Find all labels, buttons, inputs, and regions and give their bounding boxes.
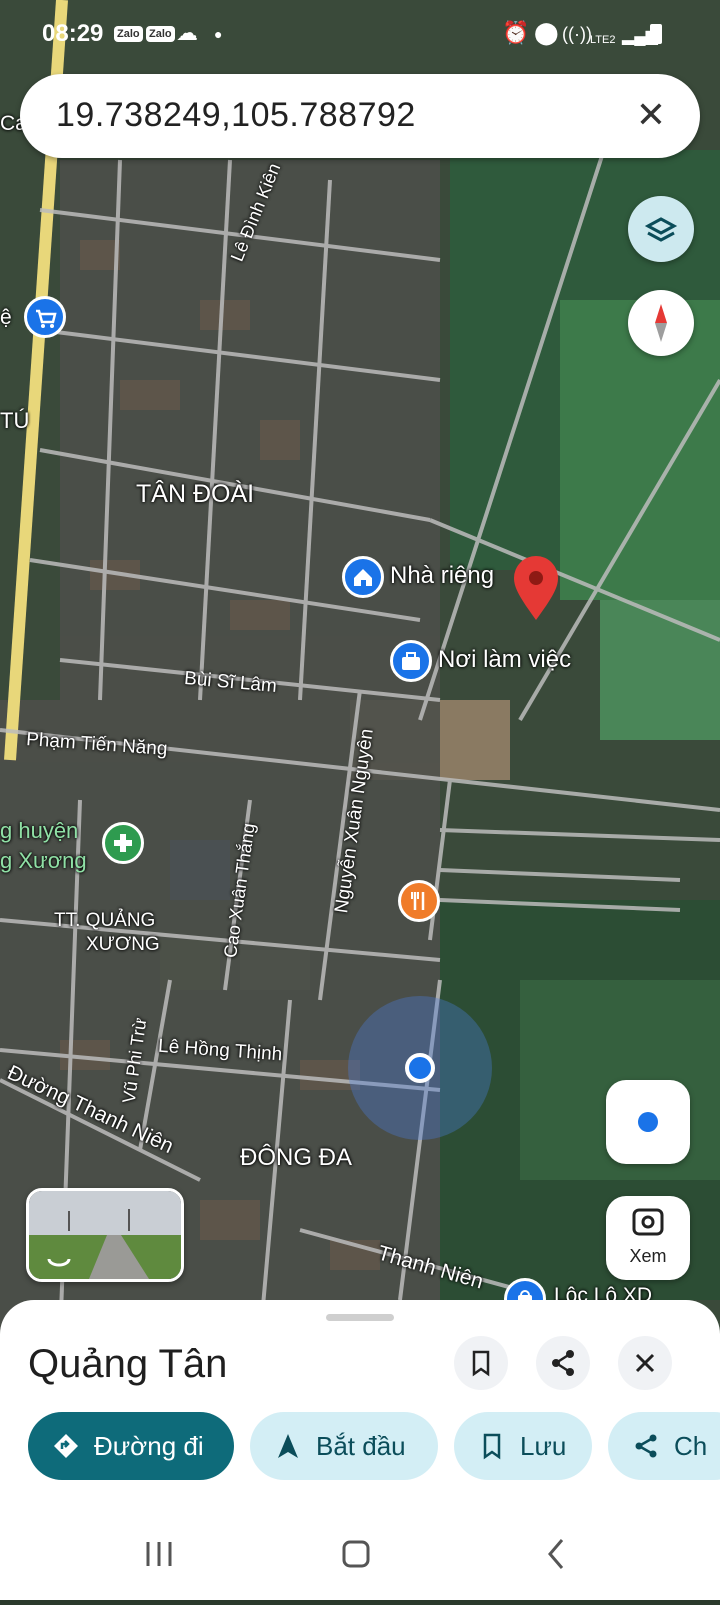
navigation-arrow-icon — [278, 1434, 298, 1458]
bookmark-icon — [472, 1350, 490, 1377]
map-label-hospital-1: g huyện — [0, 818, 79, 843]
directions-icon — [54, 1434, 78, 1458]
dot-icon: ● — [214, 26, 223, 42]
my-location-icon — [638, 1112, 658, 1132]
start-navigation-button[interactable]: Bắt đầu — [250, 1412, 438, 1480]
battery-icon — [650, 24, 662, 44]
bookmark-icon — [483, 1433, 501, 1460]
home-pin-label[interactable]: Nhà riêng — [390, 562, 494, 590]
street-view-thumbnail[interactable] — [26, 1188, 184, 1282]
lens-camera-icon — [632, 1208, 664, 1236]
recent-apps-icon[interactable] — [146, 1542, 172, 1566]
map-label-edge-tu: TÚ — [0, 408, 30, 433]
network-type: LTE2 — [590, 34, 616, 46]
status-bar: 08:29 Zalo Zalo ☁ ● ⏰ ⬤ ((·)) LTE2 ▂▄▆ — [0, 0, 720, 70]
share-icon — [635, 1434, 657, 1458]
back-icon[interactable] — [548, 1539, 564, 1569]
directions-button[interactable]: Đường đi — [28, 1412, 234, 1480]
start-label: Bắt đầu — [316, 1431, 406, 1461]
save-label: Lưu — [520, 1431, 567, 1461]
zalo-notif-icon: Zalo — [114, 26, 143, 42]
map-label-dong-da: ĐÔNG ĐA — [240, 1144, 353, 1171]
map-label-tan-doai: TÂN ĐOÀI — [136, 480, 255, 508]
directions-label: Đường đi — [94, 1431, 204, 1461]
sheet-drag-handle[interactable] — [326, 1314, 394, 1321]
layers-button[interactable] — [628, 196, 694, 262]
map-label-tt-quang-xuong-1: TT. QUẢNG — [54, 910, 156, 931]
xem-label: Xem — [629, 1246, 667, 1266]
share-icon — [552, 1350, 574, 1376]
place-title: Quảng Tân — [28, 1342, 228, 1386]
system-nav-bar — [0, 1510, 720, 1600]
layers-icon — [644, 217, 678, 242]
alarm-icon: ⏰ — [502, 20, 530, 45]
restaurant-icon[interactable] — [398, 880, 440, 922]
my-location-button[interactable] — [606, 1080, 690, 1164]
home-nav-icon[interactable] — [342, 1540, 370, 1568]
location-icon: ⬤ — [534, 20, 559, 45]
compass-button[interactable] — [628, 290, 694, 356]
compass-icon — [655, 304, 667, 342]
close-icon[interactable]: ✕ — [626, 90, 676, 140]
status-time: 08:29 — [42, 20, 104, 47]
shopping-cart-icon[interactable] — [24, 296, 66, 338]
map-label-tt-quang-xuong-2: XƯƠNG — [86, 934, 160, 955]
save-button[interactable]: Lưu — [454, 1412, 592, 1480]
hospital-icon[interactable] — [102, 822, 144, 864]
save-bookmark-button[interactable] — [454, 1336, 508, 1390]
close-sheet-button[interactable] — [618, 1336, 672, 1390]
work-pin-icon[interactable] — [390, 640, 432, 682]
share-button[interactable] — [536, 1336, 590, 1390]
map-label-hospital-2: g Xương — [0, 848, 87, 873]
search-bar[interactable]: 19.738249,105.788792 ✕ — [20, 74, 700, 158]
zalo-notif-icon-2: Zalo — [146, 26, 175, 42]
street-view-image — [29, 1191, 181, 1279]
xem-button[interactable]: Xem — [606, 1196, 690, 1280]
wifi-icon: ((·)) — [562, 24, 592, 44]
cloud-icon: ☁ — [176, 20, 198, 45]
map-label-edge-ie: ệ — [0, 306, 12, 329]
share-pill-button[interactable]: Ch — [608, 1412, 720, 1480]
search-input[interactable]: 19.738249,105.788792 — [56, 96, 416, 135]
share-label: Ch — [674, 1431, 708, 1461]
work-pin-label[interactable]: Nơi làm việc — [438, 646, 571, 674]
home-pin-icon[interactable] — [342, 556, 384, 598]
close-icon — [635, 1353, 655, 1373]
place-bottom-sheet[interactable]: Quảng Tân Đường đi Bắt đầu Lưu Ch — [0, 1300, 720, 1510]
